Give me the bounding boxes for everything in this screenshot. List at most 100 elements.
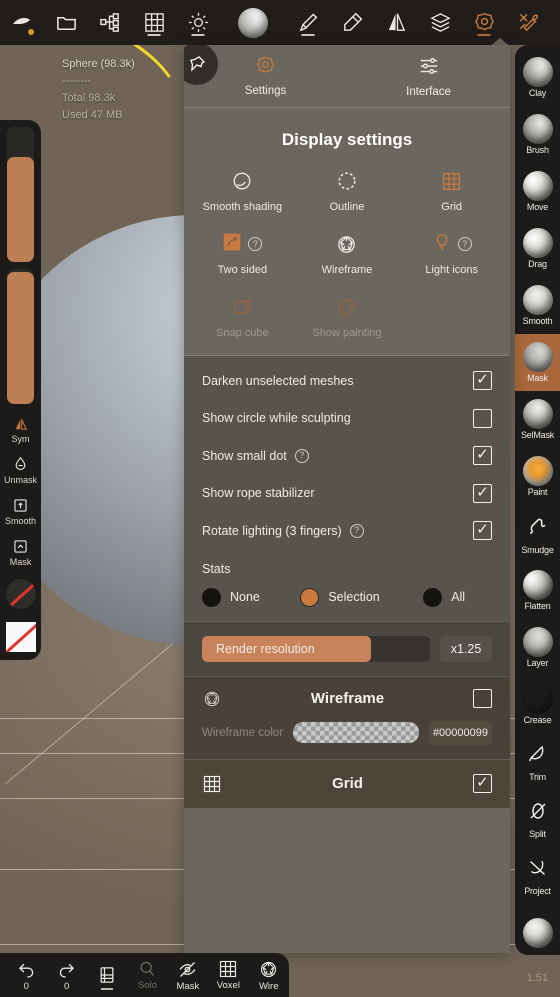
wire-button[interactable]: Wire	[249, 953, 289, 997]
wireframe-color-swatch[interactable]	[293, 722, 419, 743]
row-rotate-lighting[interactable]: Rotate lighting (3 fingers) ? ✓	[202, 512, 492, 550]
display-settings-panel[interactable]: Settings Interface Display settings Smoo…	[184, 45, 510, 953]
mask-color-swatch-none[interactable]	[5, 579, 36, 609]
tool-preview-ball	[522, 627, 553, 657]
layers-icon[interactable]	[418, 0, 462, 45]
radio-stats-none[interactable]: None	[202, 587, 300, 607]
render-resolution-slider[interactable]: Render resolution	[202, 635, 430, 662]
toggle-wireframe[interactable]: Wireframe	[295, 231, 400, 276]
scene-graph-icon[interactable]	[88, 0, 132, 45]
sidebar-item-mask[interactable]: Mask	[3, 537, 39, 567]
layers-button[interactable]	[87, 953, 127, 997]
toggle-two-sided[interactable]: ? Two sided	[190, 231, 295, 276]
stats-radio-row[interactable]: None Selection All	[202, 587, 492, 607]
sidebar-item-label: Smooth	[4, 516, 37, 526]
checkbox-darken-unselected-meshes[interactable]: ✓	[473, 371, 492, 391]
undo-button[interactable]: 0	[6, 953, 46, 997]
toggle-snap-cube[interactable]: Snap cube	[190, 294, 295, 339]
toggle-label: Light icons	[425, 264, 478, 276]
mask-button[interactable]: Mask	[168, 953, 208, 997]
toggle-outline[interactable]: Outline	[295, 168, 400, 213]
radio-stats-selection[interactable]: Selection	[300, 587, 423, 607]
right-tool-sidebar[interactable]: Clay Brush Move Drag Smooth Mask SelMask…	[515, 45, 560, 955]
checkbox-show-circle-while-sculpting[interactable]	[473, 408, 492, 428]
render-resolution-value[interactable]: x1.25	[440, 635, 492, 662]
brush-radius-slider[interactable]	[7, 127, 34, 262]
bottom-toolbar[interactable]: 0 0 Solo Mask Voxel Wire	[0, 953, 289, 997]
grid-section[interactable]: Grid ✓	[184, 758, 510, 808]
brush-intensity-slider[interactable]	[7, 269, 34, 404]
tool-preview-ball	[522, 917, 553, 948]
light-icon[interactable]	[176, 0, 220, 45]
matcap-preview	[238, 7, 268, 38]
sidebar-item-sym[interactable]: Sym	[3, 415, 39, 444]
tool-label: Project	[524, 885, 551, 896]
tool-project[interactable]: Project	[515, 847, 560, 904]
tool-next[interactable]	[515, 904, 560, 955]
toggle-label: Outline	[329, 201, 365, 213]
brush-icon[interactable]	[286, 0, 330, 45]
mirror-icon[interactable]	[374, 0, 418, 45]
help-icon[interactable]: ?	[294, 448, 309, 463]
matcap-icon[interactable]	[220, 0, 286, 45]
display-toggle-grid[interactable]: Smooth shading Outline Grid ? Two sided …	[184, 168, 510, 355]
tool-clay[interactable]: Clay	[515, 49, 560, 106]
tool-mask[interactable]: Mask	[515, 334, 560, 391]
stats-object: Sphere (98.3k)	[62, 58, 135, 70]
panel-tabs[interactable]: Settings Interface	[184, 45, 510, 108]
render-resolution-group[interactable]: Render resolution x1.25	[184, 620, 510, 676]
solo-button[interactable]: Solo	[127, 953, 167, 997]
status-dot	[28, 29, 34, 35]
tool-label: Trim	[529, 771, 546, 782]
files-icon[interactable]	[44, 0, 88, 45]
tool-smudge[interactable]: Smudge	[515, 505, 560, 562]
voxel-button[interactable]: Voxel	[208, 953, 248, 997]
redo-button[interactable]: 0	[46, 953, 86, 997]
row-show-circle-while-sculpting[interactable]: Show circle while sculpting	[202, 400, 492, 438]
tool-layer[interactable]: Layer	[515, 619, 560, 676]
tool-flatten[interactable]: Flatten	[515, 562, 560, 619]
checkbox-grid-enable[interactable]: ✓	[473, 774, 492, 793]
wireframe-color-hex[interactable]: #00000099	[428, 720, 492, 745]
tool-preview-ball	[522, 228, 553, 258]
toggle-grid[interactable]: Grid	[399, 168, 504, 213]
tool-split[interactable]: Split	[515, 790, 560, 847]
tools-icon[interactable]	[506, 0, 550, 45]
top-toolbar[interactable]	[0, 0, 560, 45]
stats-setting-group[interactable]: Stats None Selection All	[184, 559, 510, 621]
paint-icon[interactable]	[330, 0, 374, 45]
tool-selmask[interactable]: SelMask	[515, 391, 560, 448]
row-show-rope-stabilizer[interactable]: Show rope stabilizer ✓	[202, 475, 492, 513]
toggle-light-icons[interactable]: ? Light icons	[399, 231, 504, 276]
help-icon[interactable]: ?	[457, 237, 472, 251]
sidebar-item-unmask[interactable]: Unmask	[3, 455, 39, 485]
checkbox-wireframe-enable[interactable]	[473, 689, 492, 708]
radio-stats-all[interactable]: All	[423, 587, 492, 607]
wireframe-section[interactable]: Wireframe Wireframe color #00000099	[184, 675, 510, 759]
tool-brush[interactable]: Brush	[515, 106, 560, 163]
help-icon[interactable]: ?	[349, 523, 364, 538]
tool-drag[interactable]: Drag	[515, 220, 560, 277]
tool-crease[interactable]: Crease	[515, 676, 560, 733]
row-show-small-dot[interactable]: Show small dot ? ✓	[202, 437, 492, 475]
topology-grid-icon[interactable]	[132, 0, 176, 45]
checkbox-show-rope-stabilizer[interactable]: ✓	[473, 483, 492, 503]
toggle-smooth-shading[interactable]: Smooth shading	[190, 168, 295, 213]
tool-smooth[interactable]: Smooth	[515, 277, 560, 334]
tool-label: Move	[526, 202, 549, 212]
panel-title: Display settings	[281, 130, 413, 149]
toggle-show-painting[interactable]: Show painting	[295, 294, 400, 339]
help-icon[interactable]: ?	[248, 237, 263, 251]
left-sidebar[interactable]: Sym Unmask Smooth Mask	[0, 120, 41, 660]
checkbox-rotate-lighting[interactable]: ✓	[473, 521, 492, 541]
fill-color-swatch-none[interactable]	[5, 622, 36, 652]
tool-paint[interactable]: Paint	[515, 448, 560, 505]
tab-interface[interactable]: Interface	[347, 45, 510, 98]
row-darken-unselected-meshes[interactable]: Darken unselected meshes ✓	[202, 362, 492, 400]
sidebar-item-smooth[interactable]: Smooth	[3, 496, 39, 526]
tool-move[interactable]: Move	[515, 163, 560, 220]
checkbox-rows[interactable]: Darken unselected meshes ✓ Show circle w…	[184, 356, 510, 560]
checkbox-show-small-dot[interactable]: ✓	[473, 446, 492, 466]
sculpt-mode-icon[interactable]	[0, 0, 44, 45]
tool-trim[interactable]: Trim	[515, 733, 560, 790]
